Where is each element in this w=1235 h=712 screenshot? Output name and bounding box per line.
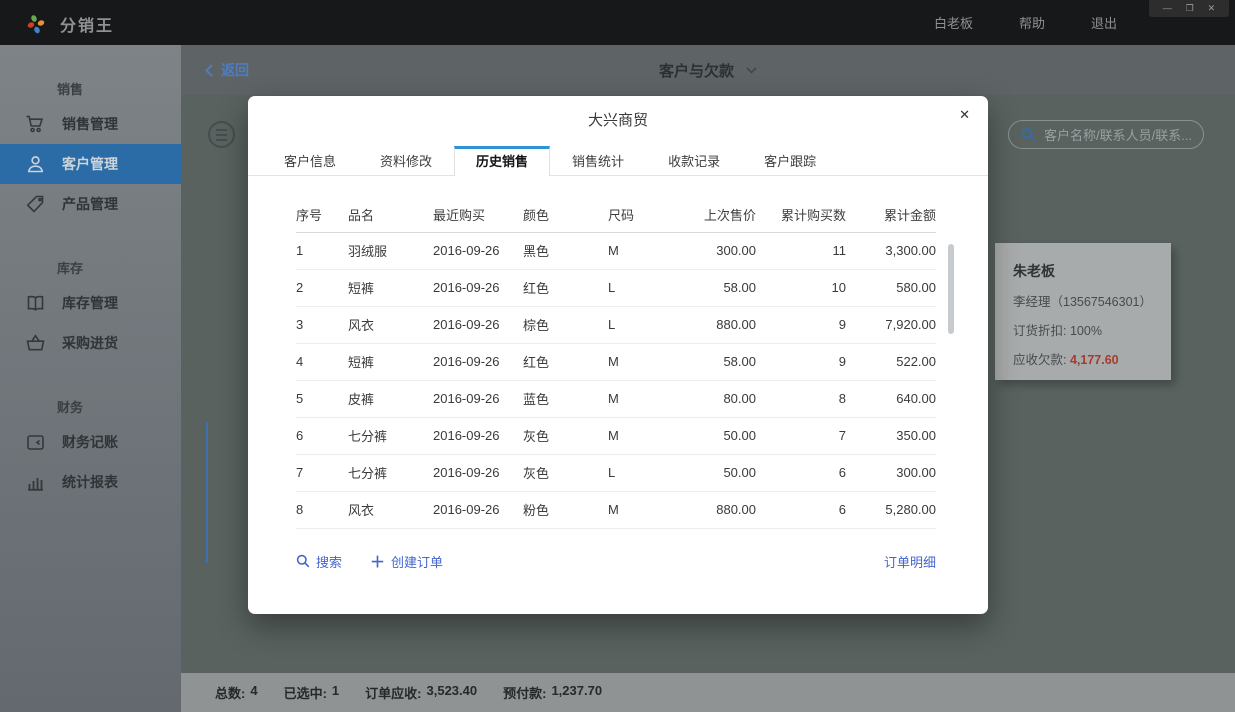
ledger-icon — [25, 432, 46, 453]
tab-sales-stats[interactable]: 销售统计 — [550, 146, 646, 176]
customer-card[interactable]: 朱老板 李经理（13567546301） 订货折扣: 100% 应收欠款: 4,… — [995, 243, 1171, 380]
sidebar-item-label: 销售管理 — [62, 114, 118, 134]
sidebar-item-inventory-management[interactable]: 库存管理 — [0, 283, 181, 323]
customer-name: 朱老板 — [1013, 261, 1171, 281]
search-icon — [296, 554, 310, 568]
maximize-icon[interactable]: ❐ — [1186, 4, 1194, 13]
table-row[interactable]: 4短裤2016-09-26红色M58.009522.00 — [296, 343, 936, 380]
help-menu[interactable]: 帮助 — [1019, 13, 1045, 32]
modal-footer: 搜索 ＋ 创建订单 订单明细 — [296, 551, 936, 572]
sidebar-item-label: 统计报表 — [62, 472, 118, 492]
sidebar-item-label: 客户管理 — [62, 154, 118, 174]
sidebar-section-inventory: 库存 — [57, 258, 181, 277]
sidebar-item-reports[interactable]: 统计报表 — [0, 462, 181, 502]
basket-icon — [25, 333, 46, 354]
sidebar-item-label: 库存管理 — [62, 293, 118, 313]
logout-menu[interactable]: 退出 — [1091, 13, 1117, 32]
customer-detail-modal: 大兴商贸 ✕ 客户信息 资料修改 历史销售 销售统计 收款记录 客户跟踪 序号 … — [248, 96, 988, 614]
table-row[interactable]: 2短裤2016-09-26红色L58.0010580.00 — [296, 269, 936, 306]
page-header: 返回 客户与欠款 — [181, 45, 1235, 95]
create-order-button[interactable]: ＋ 创建订单 — [370, 551, 443, 572]
user-icon — [25, 154, 46, 175]
window-controls: — ❐ ✕ — [1149, 0, 1229, 17]
tag-icon — [25, 194, 46, 215]
status-prepaid: 预付款: 1,237.70 — [503, 683, 602, 702]
table-header-row: 序号 品名 最近购买 颜色 尺码 上次售价 累计购买数 累计金额 — [296, 198, 936, 232]
order-detail-link[interactable]: 订单明细 — [884, 552, 936, 571]
table-row[interactable]: 5皮裤2016-09-26蓝色M80.008640.00 — [296, 380, 936, 417]
table-row[interactable]: 3风衣2016-09-26棕色L880.0097,920.00 — [296, 306, 936, 343]
page-title-dropdown[interactable]: 客户与欠款 — [181, 60, 1235, 81]
modal-tabs: 客户信息 资料修改 历史销售 销售统计 收款记录 客户跟踪 — [248, 145, 988, 176]
customer-discount: 订货折扣: 100% — [1013, 320, 1171, 339]
page-title: 客户与欠款 — [659, 60, 734, 81]
sidebar-item-customer-management[interactable]: 客户管理 — [0, 144, 181, 184]
sidebar-section-sales: 销售 — [57, 79, 181, 98]
table-row[interactable]: 6七分裤2016-09-26灰色M50.007350.00 — [296, 417, 936, 454]
list-view-toggle-icon[interactable] — [208, 121, 235, 148]
app-name: 分销王 — [60, 12, 114, 36]
tab-sales-history[interactable]: 历史销售 — [454, 146, 550, 176]
status-order-receivable: 订单应收: 3,523.40 — [365, 683, 477, 702]
table-row[interactable]: 8风衣2016-09-26粉色M880.0065,280.00 — [296, 491, 936, 528]
customer-search-box[interactable]: 客户名称/联系人员/联系... — [1008, 120, 1204, 149]
tab-customer-followup[interactable]: 客户跟踪 — [742, 146, 838, 176]
sidebar-item-label: 财务记账 — [62, 432, 118, 452]
search-placeholder: 客户名称/联系人员/联系... — [1044, 125, 1191, 144]
app-window: 分销王 白老板 帮助 退出 — ❐ ✕ 销售 销售管理 — [0, 0, 1235, 712]
sidebar-item-bookkeeping[interactable]: 财务记账 — [0, 422, 181, 462]
sidebar-item-label: 产品管理 — [62, 194, 118, 214]
selected-customer-card-edge — [206, 422, 208, 563]
sidebar-item-label: 采购进货 — [62, 333, 118, 353]
book-icon — [25, 293, 46, 314]
close-icon[interactable]: ✕ — [959, 107, 970, 123]
status-bar: 总数: 4 已选中: 1 订单应收: 3,523.40 预付款: 1,237.7… — [181, 673, 1235, 712]
modal-title: 大兴商贸 — [248, 96, 988, 130]
tab-edit-profile[interactable]: 资料修改 — [358, 146, 454, 176]
table-row[interactable]: 1羽绒服2016-09-26黑色M300.00113,300.00 — [296, 232, 936, 269]
plus-icon: ＋ — [370, 551, 385, 572]
user-menu[interactable]: 白老板 — [934, 13, 973, 32]
sales-history-table: 序号 品名 最近购买 颜色 尺码 上次售价 累计购买数 累计金额 1羽绒服201… — [296, 198, 936, 529]
customer-contact: 李经理（13567546301） — [1013, 291, 1171, 310]
scrollbar-thumb[interactable] — [948, 244, 954, 334]
sidebar-item-product-management[interactable]: 产品管理 — [0, 184, 181, 224]
status-selected: 已选中: 1 — [284, 683, 340, 702]
search-orders-button[interactable]: 搜索 — [296, 552, 342, 571]
cart-icon — [25, 114, 46, 135]
tab-payment-records[interactable]: 收款记录 — [646, 146, 742, 176]
app-logo-icon — [26, 14, 46, 34]
sidebar-section-finance: 财务 — [57, 397, 181, 416]
tab-customer-info[interactable]: 客户信息 — [262, 146, 358, 176]
status-total: 总数: 4 — [215, 683, 258, 702]
sidebar-item-purchasing[interactable]: 采购进货 — [0, 323, 181, 363]
close-window-icon[interactable]: ✕ — [1208, 4, 1216, 13]
search-icon — [1021, 127, 1036, 142]
bar-chart-icon — [25, 472, 46, 493]
debt-amount: 4,177.60 — [1070, 353, 1119, 367]
minimize-icon[interactable]: — — [1163, 4, 1172, 13]
sidebar: 销售 销售管理 客户管理 — [0, 45, 181, 712]
customer-debt: 应收欠款: 4,177.60 — [1013, 349, 1171, 368]
sidebar-item-sales-management[interactable]: 销售管理 — [0, 104, 181, 144]
table-row[interactable]: 7七分裤2016-09-26灰色L50.006300.00 — [296, 454, 936, 491]
chevron-down-icon — [746, 67, 757, 74]
topbar: 分销王 白老板 帮助 退出 — ❐ ✕ — [0, 0, 1235, 45]
